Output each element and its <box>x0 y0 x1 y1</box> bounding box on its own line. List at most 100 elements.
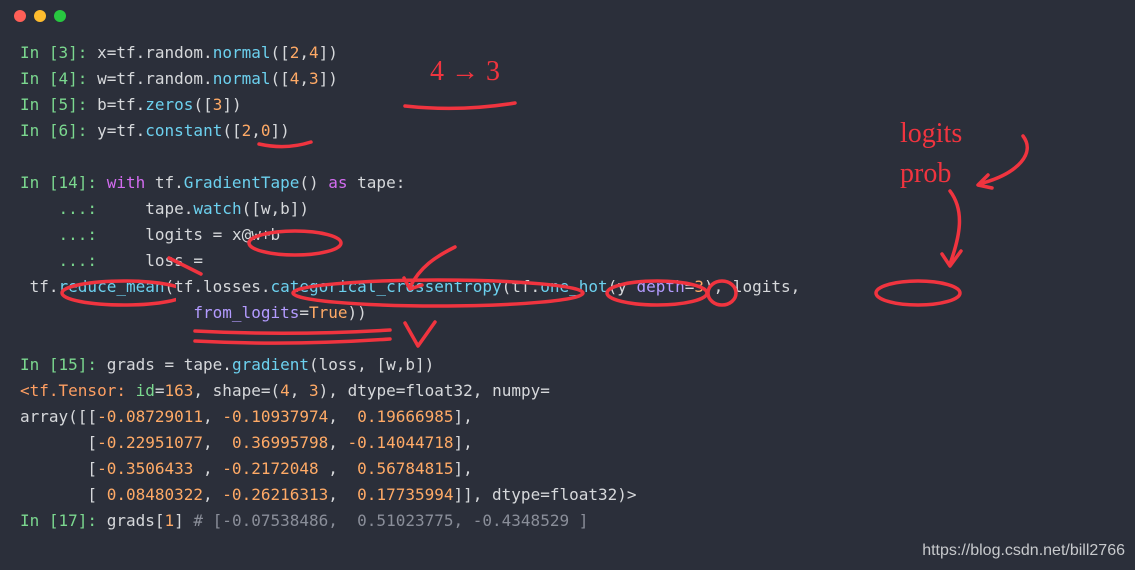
token: 163 <box>165 381 194 400</box>
watermark-url: https://blog.csdn.net/bill2766 <box>922 538 1125 564</box>
token: ]], dtype <box>454 485 541 504</box>
token: GradientTape <box>184 173 300 192</box>
token: 0.08480322 <box>107 485 203 504</box>
token: ]: <box>68 121 97 140</box>
code-line: In [5]: b=tf.zeros([3]) <box>20 92 800 118</box>
token: ...: <box>20 251 145 270</box>
token: ]: <box>68 43 97 62</box>
token: categorical_crossentropy <box>270 277 501 296</box>
token: tf.random. <box>116 69 212 88</box>
token: , <box>203 433 232 452</box>
token: In [ <box>20 95 59 114</box>
token: = <box>193 251 203 270</box>
token: ([w,b]) <box>242 199 309 218</box>
token: ]: <box>68 69 97 88</box>
token: 3 <box>213 95 223 114</box>
annotation-prob: prob <box>900 160 951 188</box>
token: = <box>685 277 695 296</box>
token: 0.56784815 <box>357 459 453 478</box>
token: 3 <box>694 277 704 296</box>
token: , <box>328 407 357 426</box>
token: , <box>203 485 222 504</box>
code-line: [-0.22951077, 0.36995798, -0.14044718], <box>20 430 800 456</box>
code-line: <tf.Tensor: id=163, shape=(4, 3), dtype=… <box>20 378 800 404</box>
token: tf. <box>145 173 184 192</box>
token: = <box>107 95 117 114</box>
maximize-icon[interactable] <box>54 10 66 22</box>
token: In [ <box>20 173 59 192</box>
code-line <box>20 326 800 352</box>
token: # [-0.07538486, 0.51023775, -0.4348529 ] <box>193 511 588 530</box>
code-line: ...: tape.watch([w,b]) <box>20 196 800 222</box>
token: logits <box>145 225 212 244</box>
token: one_hot <box>540 277 607 296</box>
token: ]) <box>319 43 338 62</box>
token: , <box>328 485 357 504</box>
token: 4 <box>290 69 300 88</box>
token: ), logits, <box>704 277 800 296</box>
token: (loss, [w,b]) <box>309 355 434 374</box>
minimize-icon[interactable] <box>34 10 46 22</box>
token: normal <box>213 69 271 88</box>
ipython-session[interactable]: In [3]: x=tf.random.normal([2,4])In [4]:… <box>20 40 800 534</box>
token: with <box>107 173 146 192</box>
token: as <box>328 173 347 192</box>
token: <tf.Tensor: <box>20 381 136 400</box>
token: = <box>107 69 117 88</box>
token: w <box>97 69 107 88</box>
code-line: tf.reduce_mean(tf.losses.categorical_cro… <box>20 274 800 300</box>
token: watch <box>193 199 241 218</box>
token: 4 <box>59 69 69 88</box>
token: In [ <box>20 355 59 374</box>
token: = <box>107 121 117 140</box>
token: ] <box>174 511 193 530</box>
token: ]) <box>222 95 241 114</box>
token: = <box>299 303 309 322</box>
token: tf. <box>116 95 145 114</box>
token: ([ <box>193 95 212 114</box>
token: tf. <box>20 277 59 296</box>
code-line: In [4]: w=tf.random.normal([4,3]) <box>20 66 800 92</box>
token: 3 <box>309 69 319 88</box>
token: from_logits <box>193 303 299 322</box>
code-line: In [3]: x=tf.random.normal([2,4]) <box>20 40 800 66</box>
token: = <box>107 43 117 62</box>
token: = <box>213 225 223 244</box>
token: , <box>193 381 212 400</box>
token: 3 <box>309 381 319 400</box>
code-line: [-0.3506433 , -0.2172048 , 0.56784815], <box>20 456 800 482</box>
circle-logits <box>872 278 964 308</box>
token: = <box>155 381 165 400</box>
token: ]: <box>78 511 107 530</box>
token: )) <box>348 303 367 322</box>
token: depth <box>637 277 685 296</box>
token: 2 <box>290 43 300 62</box>
token: 1 <box>165 511 175 530</box>
token: b <box>97 95 107 114</box>
token: = <box>165 355 175 374</box>
code-line: ...: logits = x@w+b <box>20 222 800 248</box>
token: -0.10937974 <box>222 407 328 426</box>
token: () <box>299 173 328 192</box>
code-line: from_logits=True)) <box>20 300 800 326</box>
token: id <box>136 381 155 400</box>
token: ...: <box>20 225 145 244</box>
token: ), <box>319 381 348 400</box>
arrow-down-icon <box>935 186 995 276</box>
token: tape. <box>174 355 232 374</box>
token: (y <box>608 277 637 296</box>
token: , <box>299 69 309 88</box>
token: =( <box>261 381 280 400</box>
token: 0.17735994 <box>357 485 453 504</box>
token: [ <box>20 485 107 504</box>
code-line: In [17]: grads[1] # [-0.07538486, 0.5102… <box>20 508 800 534</box>
token: , <box>299 43 309 62</box>
token: numpy <box>492 381 540 400</box>
token: ([ <box>270 69 289 88</box>
token: In [ <box>20 69 59 88</box>
token: , <box>290 381 309 400</box>
token: x <box>222 225 241 244</box>
token: ]) <box>319 69 338 88</box>
close-icon[interactable] <box>14 10 26 22</box>
token: , <box>203 459 222 478</box>
